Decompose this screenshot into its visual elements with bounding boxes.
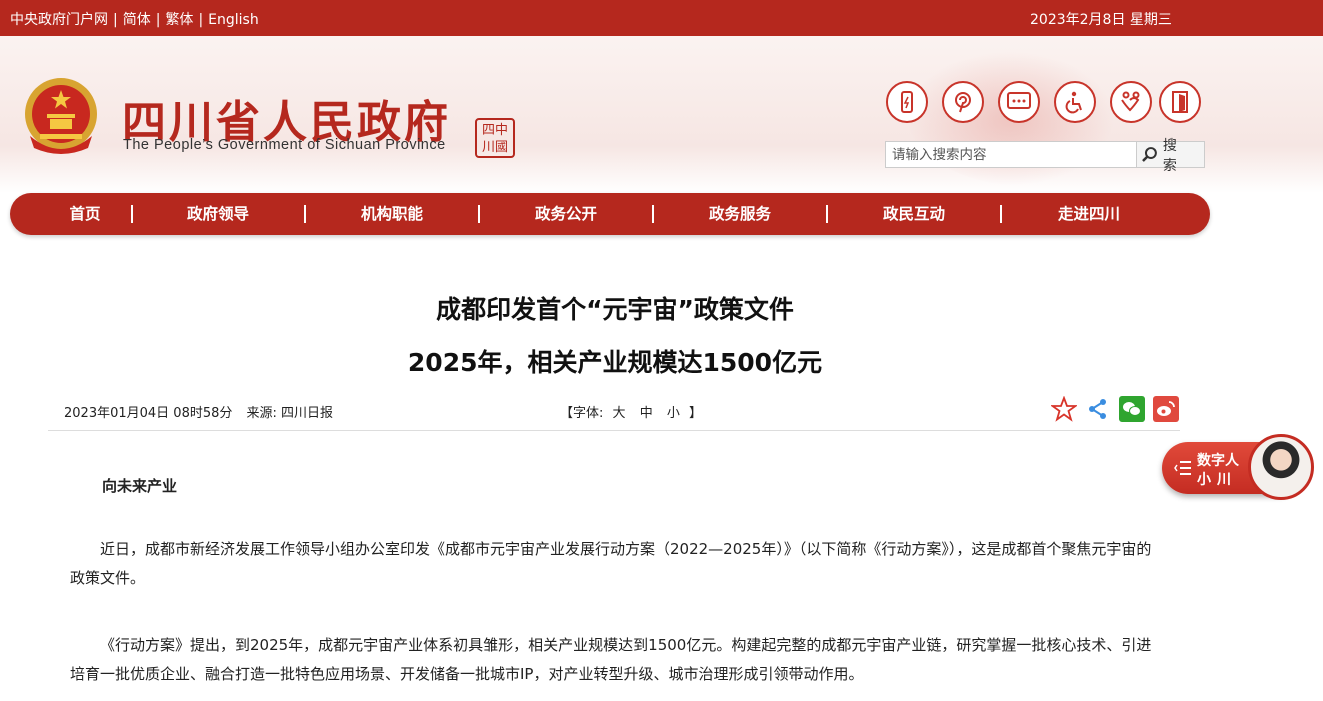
search-button-label: 搜 索 [1162,137,1180,174]
article-title: 成都印发首个“元宇宙”政策文件 [436,295,794,324]
nav-separator [652,205,654,223]
assistant-name: 小川 [1197,472,1237,488]
menu-list-icon [1174,461,1191,475]
search-box: 搜 索 [885,138,1205,174]
article-paragraph: 《行动方案》提出，到2025年，成都元宇宙产业体系初具雏形，相关产业规模达到15… [70,636,1152,683]
assistant-avatar[interactable] [1248,434,1314,500]
seal-text: 川國 [481,140,508,155]
nav-separator [131,205,133,223]
section-heading: 向未来产业 [102,477,178,495]
nav-interaction[interactable]: 政民互动 [883,193,945,235]
separator: | [155,12,161,28]
separator: | [198,12,204,28]
nav-separator [1000,205,1002,223]
assistant-label: 数字人 [1197,453,1239,469]
digital-assistant[interactable]: 数字人 小川 [1162,434,1322,502]
mobile-icon[interactable] [886,81,928,123]
nav-institutions[interactable]: 机构职能 [361,193,423,235]
article-subtitle: 2025年，相关产业规模达1500亿元 [407,348,823,377]
favorite-star-icon[interactable] [1051,396,1077,422]
font-size-selector: 【字体: 大 中 小 】 [560,402,702,421]
nav-separator [304,205,306,223]
link-simplified[interactable]: 简体 [123,12,151,28]
search-input[interactable] [885,141,1137,168]
wechat-icon[interactable] [1119,396,1145,422]
nav-home[interactable]: 首页 [69,193,100,235]
seal-text: 四中 [481,123,508,138]
separator: | [113,12,118,28]
font-size-close: 】 [689,406,703,421]
weibo-service-icon[interactable] [942,81,984,123]
accessibility-icon[interactable] [1054,81,1096,123]
font-size-medium[interactable]: 中 [640,406,653,421]
nav-separator [478,205,480,223]
article-meta: 2023年01月04日 08时58分 来源: 四川日报 [64,402,343,421]
nav-separator [826,205,828,223]
publish-date: 2023年01月04日 08时58分 [64,406,233,421]
message-icon[interactable] [998,81,1040,123]
nav-gov-services[interactable]: 政务服务 [709,193,771,235]
font-size-label: 【字体: [560,406,604,421]
top-bar: 中央政府门户网 | 简体 | 繁体 | English 2023年2月8日 星期三 [0,0,1323,36]
nav-about-sichuan[interactable]: 走进四川 [1058,193,1120,235]
share-icon[interactable] [1085,396,1111,422]
link-central-gov[interactable]: 中央政府门户网 [10,12,108,28]
article-paragraph: 近日，成都市新经济发展工作领导小组办公室印发《成都市元宇宙产业发展行动方案（20… [70,540,1152,587]
search-icon [1142,146,1157,162]
link-traditional[interactable]: 繁体 [165,12,193,28]
font-size-small[interactable]: 小 [667,406,680,421]
elderly-care-icon[interactable] [1110,81,1152,123]
article-source: 来源: 四川日报 [246,406,334,421]
nav-leadership[interactable]: 政府领导 [187,193,249,235]
exit-door-icon[interactable] [1159,81,1201,123]
top-links: 中央政府门户网 | 简体 | 繁体 | English [10,9,259,29]
seal-stamp: 四中 川國 [475,118,515,158]
link-english[interactable]: English [208,12,259,28]
weibo-icon[interactable] [1153,396,1179,422]
national-emblem-icon [25,78,97,154]
current-date: 2023年2月8日 星期三 [1030,12,1172,28]
site-header: 四川省人民政府 The People’s Government of Sichu… [0,36,1323,193]
search-button[interactable]: 搜 索 [1136,138,1205,174]
font-size-large[interactable]: 大 [613,406,626,421]
main-nav: 首页 政府领导 机构职能 政务公开 政务服务 政民互动 走进四川 [10,193,1210,235]
nav-gov-affairs[interactable]: 政务公开 [535,193,597,235]
divider [48,430,1180,431]
site-subtitle: The People’s Government of Sichuan Provi… [123,137,446,153]
